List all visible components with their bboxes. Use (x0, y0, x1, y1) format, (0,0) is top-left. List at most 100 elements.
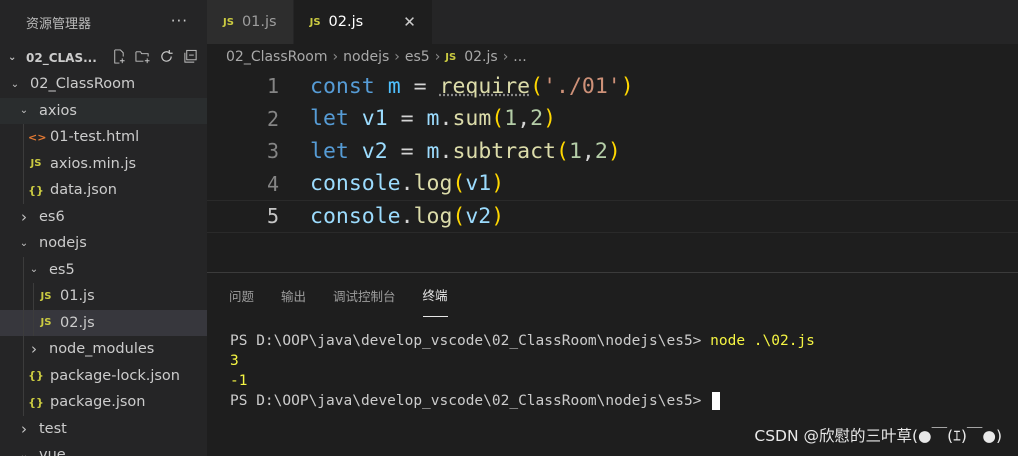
chevron-down-icon[interactable]: ⌄ (28, 264, 40, 275)
watermark: CSDN @欣慰的三叶草(●￣(ｴ)￣●) (754, 427, 1002, 445)
tree-item[interactable]: JS 02.js (0, 309, 207, 336)
line-number: 1 (266, 74, 279, 99)
tree-item-label: 02.js (60, 314, 95, 331)
js-file-icon: JS (40, 317, 52, 329)
tab-01-js[interactable]: JS 01.js (207, 0, 294, 44)
line-number: 5 (266, 204, 279, 229)
terminal-line: PS D:\OOP\java\develop_vscode\02_ClassRo… (230, 391, 1018, 411)
explorer-header: 资源管理器 ··· (0, 0, 207, 44)
chevron-right-icon: › (434, 49, 441, 65)
tree-item[interactable]: JS 01.js (0, 283, 207, 310)
code-line[interactable]: 4 console.log(v1) (207, 168, 1018, 201)
line-number: 2 (266, 106, 279, 131)
js-file-icon: JS (445, 51, 457, 63)
tab-terminal[interactable]: 终端 (422, 273, 448, 317)
tree-item-label: 02_ClassRoom (30, 76, 136, 93)
chevron-right-icon: › (394, 49, 400, 65)
breadcrumb-item[interactable]: nodejs (343, 49, 389, 65)
tree-item[interactable]: › test (0, 416, 207, 443)
terminal-command: node .\02.js (710, 333, 815, 349)
code-line[interactable]: 2 let v1 = m.sum(1,2) (207, 103, 1018, 136)
tree-item[interactable]: ⌄ vue (0, 442, 207, 456)
chevron-right-icon: › (332, 49, 339, 65)
panel-tabs: 问题 输出 调试控制台 终端 (207, 273, 1018, 317)
tree-item-label: test (39, 420, 67, 437)
chevron-down-icon[interactable]: ⌄ (8, 52, 19, 63)
tree-item[interactable]: ⌄ axios (0, 97, 207, 124)
terminal[interactable]: PS D:\OOP\java\develop_vscode\02_ClassRo… (207, 317, 1018, 411)
indent-guide (23, 309, 24, 336)
tree-item[interactable]: ⌄ es5 (0, 256, 207, 283)
tab-debug-console[interactable]: 调试控制台 (333, 273, 396, 317)
explorer-sidebar: 资源管理器 ··· ⌄ 02_CLAS... ⌄ 02_ClassRoom ⌄ axi… (0, 0, 207, 456)
breadcrumb: 02_ClassRoom › nodejs › es5 › JS 02.js ›… (207, 44, 1018, 70)
chevron-down-icon[interactable]: ⌄ (18, 450, 30, 456)
tree-item[interactable]: JS axios.min.js (0, 150, 207, 177)
tree-item[interactable]: {} package.json (0, 389, 207, 416)
json-file-icon: {} (28, 183, 44, 197)
workspace-folder-name: 02_CLAS... (26, 50, 97, 65)
js-file-icon: JS (309, 16, 321, 28)
bottom-panel: 问题 输出 调试控制台 终端 PS D:\OOP\java\develop_vs… (207, 272, 1018, 456)
terminal-cursor (712, 392, 721, 410)
tree-item[interactable]: ⌄ 02_ClassRoom (0, 71, 207, 98)
chevron-right-icon[interactable]: › (18, 208, 30, 226)
terminal-line: PS D:\OOP\java\develop_vscode\02_ClassRo… (230, 331, 1018, 351)
js-file-icon: JS (30, 158, 42, 170)
more-actions-icon[interactable]: ··· (171, 12, 188, 30)
code-line-current[interactable]: 5 console.log(v2) (207, 200, 1018, 233)
chevron-down-icon[interactable]: ⌄ (18, 105, 30, 116)
code-text: console.log(v2) (310, 203, 505, 229)
terminal-output: 3 (230, 353, 239, 369)
indent-guide (33, 283, 34, 310)
breadcrumb-item[interactable]: 02_ClassRoom (226, 49, 328, 65)
terminal-output: -1 (230, 373, 248, 389)
refresh-icon[interactable] (158, 48, 175, 65)
chevron-right-icon[interactable]: › (18, 420, 30, 438)
tree-item[interactable]: <> 01-test.html (0, 124, 207, 151)
chevron-right-icon: › (502, 49, 509, 65)
code-editor[interactable]: 1 const m = require('./01') 2 let v1 = m… (207, 70, 1018, 270)
new-folder-icon[interactable] (134, 48, 151, 65)
code-text: let v1 = m.sum(1,2) (310, 106, 557, 132)
collapse-all-icon[interactable] (182, 48, 199, 65)
breadcrumb-file[interactable]: 02.js (464, 49, 497, 65)
chevron-down-icon[interactable]: ⌄ (18, 238, 30, 249)
indent-guide (23, 389, 24, 416)
code-line[interactable]: 1 const m = require('./01') (207, 70, 1018, 103)
chevron-right-icon[interactable]: › (28, 340, 40, 358)
file-tree: ⌄ 02_ClassRoom ⌄ axios <> 01-test.html JS axios… (0, 71, 207, 456)
terminal-prompt: PS D:\OOP\java\develop_vscode\02_ClassRo… (230, 393, 711, 409)
tree-item-label: node_modules (49, 341, 155, 358)
tree-item-label: package-lock.json (50, 367, 180, 384)
json-file-icon: {} (28, 369, 44, 383)
tree-item-label: es5 (49, 261, 75, 278)
explorer-title: 资源管理器 (26, 16, 92, 32)
tree-item-label: axios.min.js (50, 155, 137, 172)
indent-guide (23, 336, 24, 363)
tree-item[interactable]: › node_modules (0, 336, 207, 363)
tree-item[interactable]: {} data.json (0, 177, 207, 204)
close-icon[interactable]: ✕ (403, 13, 416, 31)
new-file-icon[interactable] (110, 48, 127, 65)
tree-item-label: vue (39, 447, 66, 456)
indent-guide (23, 177, 24, 204)
js-file-icon: JS (40, 290, 52, 302)
tree-item[interactable]: › es6 (0, 204, 207, 231)
code-line[interactable]: 3 let v2 = m.subtract(1,2) (207, 135, 1018, 168)
line-number: 4 (266, 171, 279, 196)
breadcrumb-symbol[interactable]: ... (513, 49, 526, 65)
html-file-icon: <> (28, 130, 47, 144)
workspace-folder-header[interactable]: ⌄ 02_CLAS... (0, 44, 207, 71)
json-file-icon: {} (28, 395, 44, 409)
tree-item[interactable]: {} package-lock.json (0, 362, 207, 389)
tree-item[interactable]: ⌄ nodejs (0, 230, 207, 257)
tab-02-js[interactable]: JS 02.js ✕ (293, 0, 433, 44)
breadcrumb-item[interactable]: es5 (405, 49, 430, 65)
tab-problems[interactable]: 问题 (229, 273, 254, 317)
tree-item-label: es6 (39, 208, 65, 225)
code-text: let v2 = m.subtract(1,2) (310, 138, 621, 164)
tab-output[interactable]: 输出 (281, 273, 306, 317)
code-text: const m = require('./01') (310, 73, 634, 99)
chevron-down-icon[interactable]: ⌄ (9, 79, 21, 90)
